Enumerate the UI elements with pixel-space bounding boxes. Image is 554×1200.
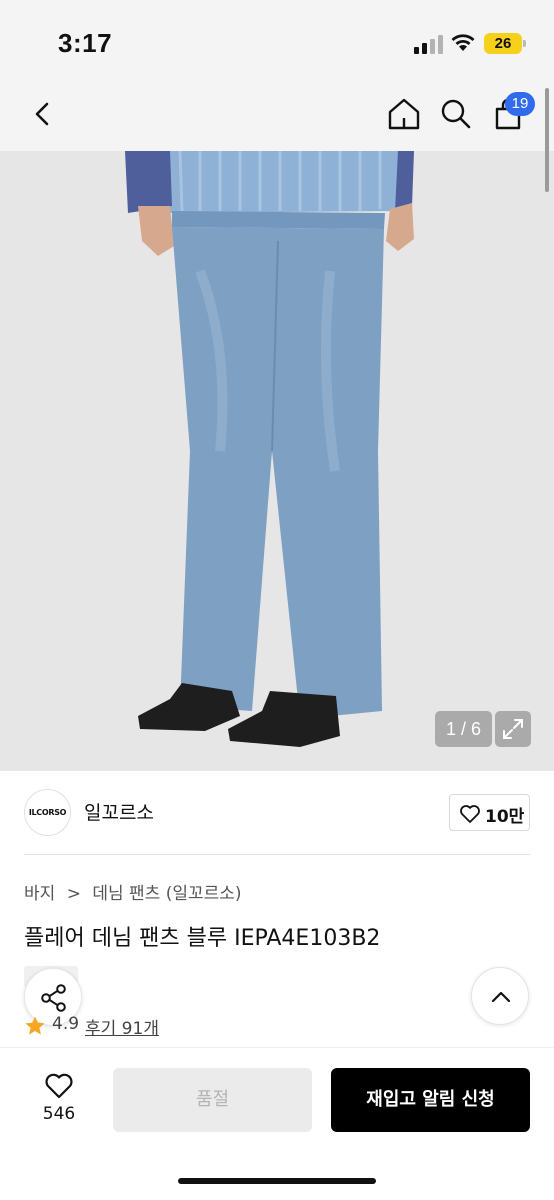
breadcrumb: 바지 > 데님 팬츠 (일꼬르소) [24, 879, 248, 904]
brand-name[interactable]: 일꼬르소 [84, 798, 154, 825]
top-nav-bar [0, 84, 554, 151]
product-detail-page: 3:17 26 19 1 / 6 ILCORSO 일꼬르소 10만 바지 > 데… [0, 0, 554, 1200]
restock-alert-button[interactable]: 재입고 알림 신청 [331, 1068, 530, 1132]
reviews-link[interactable]: 후기 91개 [85, 1014, 159, 1039]
back-button[interactable] [20, 92, 64, 136]
battery-nub [523, 40, 526, 47]
brand-like-count: 10만 [485, 807, 525, 827]
status-bar: 3:17 26 [0, 0, 554, 84]
search-icon [441, 99, 471, 129]
rating-value: 4.9 [52, 1014, 80, 1034]
breadcrumb-separator: > [66, 884, 81, 904]
breadcrumb-item-denim[interactable]: 데님 팬츠 (일꼬르소) [92, 884, 241, 904]
battery-icon: 26 [484, 33, 522, 54]
home-indicator [178, 1178, 376, 1184]
status-time: 3:17 [58, 28, 113, 58]
brand-logo[interactable]: ILCORSO [24, 789, 71, 836]
page-scrollbar[interactable] [545, 88, 549, 192]
brand-like-button[interactable]: 10만 [449, 794, 530, 831]
search-button[interactable] [434, 92, 478, 136]
share-icon [41, 984, 66, 1012]
wishlist-button[interactable]: 546 [30, 1068, 88, 1132]
expand-image-button[interactable] [495, 711, 531, 747]
product-photo-jeans [0, 151, 554, 771]
soldout-button[interactable]: 품절 [113, 1068, 312, 1132]
scroll-to-top-button[interactable] [471, 967, 529, 1025]
star-icon [25, 1016, 45, 1035]
product-title: 플레어 데님 팬츠 블루 IEPA4E103B2 [24, 926, 381, 951]
back-arrow-icon [35, 102, 49, 126]
cart-count-badge: 19 [505, 92, 535, 116]
wishlist-count: 546 [42, 1104, 76, 1124]
home-button[interactable] [382, 92, 426, 136]
cellular-signal-icon [414, 34, 444, 54]
heart-outline-icon [460, 805, 480, 823]
brand-row: ILCORSO 일꼬르소 10만 [0, 771, 554, 855]
divider [24, 854, 530, 855]
home-icon [388, 98, 420, 130]
breadcrumb-item-pants[interactable]: 바지 [24, 884, 55, 904]
product-image-carousel[interactable] [0, 151, 554, 771]
wifi-icon [451, 34, 475, 51]
chevron-up-icon [491, 991, 511, 1003]
expand-icon [503, 719, 523, 739]
image-counter: 1 / 6 [435, 711, 492, 747]
heart-outline-icon [45, 1073, 73, 1099]
